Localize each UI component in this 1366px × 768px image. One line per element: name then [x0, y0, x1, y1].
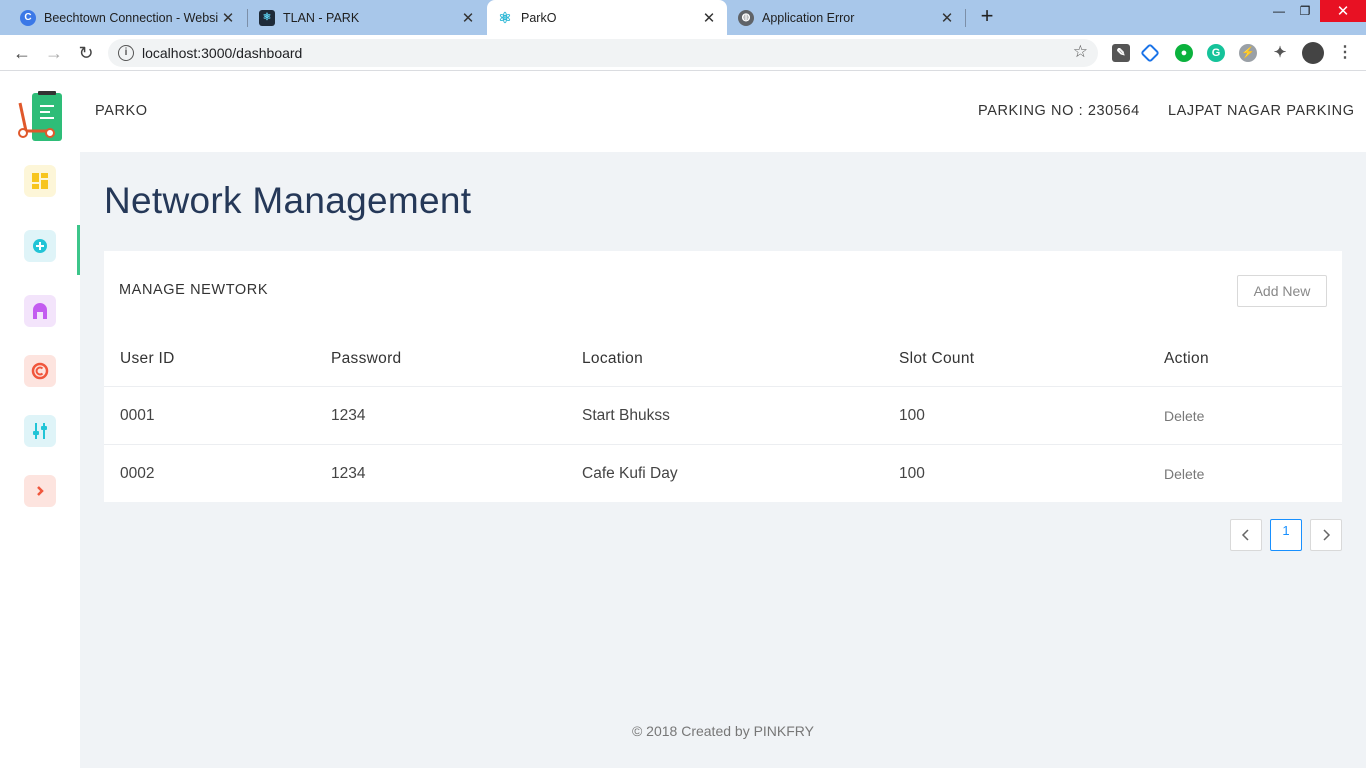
forward-icon[interactable]: → [42, 41, 66, 65]
add-circle-icon [33, 239, 47, 253]
sidebar-item-billing[interactable] [24, 355, 56, 387]
chevron-right-icon [1323, 529, 1331, 541]
dashboard-icon [32, 173, 48, 189]
extension-green-icon[interactable]: ● [1175, 44, 1193, 62]
chevron-left-icon [1241, 529, 1249, 541]
browser-tab[interactable]: ⚛ TLAN - PARK ✕ [248, 0, 486, 35]
network-table: User ID Password Location Slot Count Act… [104, 331, 1342, 503]
close-tab-icon[interactable]: ✕ [937, 9, 957, 27]
chevron-right-icon [37, 486, 44, 496]
react-icon: ⚛ [497, 9, 513, 27]
parking-name: LAJPAT NAGAR PARKING [1168, 103, 1355, 119]
sidebar-item-expand[interactable] [24, 475, 56, 507]
card-title: MANAGE NEWTORK [119, 282, 269, 298]
new-tab-icon[interactable]: + [976, 5, 998, 29]
table-row: 0001 1234 Start Bhukss 100 Delete [104, 387, 1342, 445]
app-sidebar [0, 72, 80, 768]
pagination-next-button[interactable] [1310, 519, 1342, 551]
cell-user-id: 0001 [120, 406, 155, 424]
window-close-icon[interactable]: ✕ [1320, 0, 1366, 22]
cell-user-id: 0002 [120, 465, 155, 482]
globe-icon: ◍ [738, 9, 754, 26]
brand-name: PARKO [95, 103, 148, 119]
grammarly-icon[interactable]: G [1207, 44, 1225, 62]
column-header-action: Action [1164, 349, 1209, 367]
tab-title: TLAN - PARK [283, 10, 360, 25]
profile-avatar[interactable] [1302, 42, 1324, 64]
sidebar-item-parking[interactable] [24, 295, 56, 327]
extension-diamond-icon[interactable] [1140, 43, 1160, 63]
add-new-button[interactable]: Add New [1237, 275, 1327, 307]
extensions-puzzle-icon[interactable]: ✦ [1271, 44, 1289, 62]
pagination-page-button[interactable]: 1 [1270, 519, 1302, 551]
app-header: PARKO PARKING NO : 230564 LAJPAT NAGAR P… [80, 72, 1366, 152]
cell-password: 1234 [331, 406, 366, 424]
tab-title: Application Error [762, 10, 855, 25]
sidebar-item-settings[interactable] [24, 415, 56, 447]
pagination-prev-button[interactable] [1230, 519, 1262, 551]
cell-slot-count: 100 [899, 406, 925, 424]
tab-divider [965, 9, 966, 27]
extension-tool-icon[interactable]: ✎ [1112, 44, 1130, 62]
browser-tab[interactable]: ◍ Application Error ✕ [727, 0, 965, 35]
table-header-row: User ID Password Location Slot Count Act… [104, 331, 1342, 387]
reload-icon[interactable]: ↻ [74, 41, 98, 65]
browser-tab-active[interactable]: ⚛ ParkO ✕ [487, 0, 727, 35]
column-header-user-id: User ID [120, 349, 175, 367]
menu-kebab-icon[interactable]: ⋮ [1336, 44, 1354, 62]
network-card: MANAGE NEWTORK Add New User ID Password … [104, 251, 1342, 502]
sidebar-item-dashboard[interactable] [24, 165, 56, 197]
delete-link[interactable]: Delete [1164, 445, 1204, 503]
c-circle-icon: C [20, 9, 36, 26]
cell-location: Start Bhukss [582, 406, 670, 424]
back-icon[interactable]: ← [10, 41, 34, 65]
url-text[interactable]: localhost:3000/dashboard [142, 45, 302, 61]
react-icon: ⚛ [259, 9, 275, 26]
footer-text: © 2018 Created by PINKFRY [631, 723, 815, 739]
browser-tab[interactable]: C Beechtown Connection - Website ✕ [0, 0, 246, 35]
parko-logo [18, 91, 62, 141]
tab-title: ParkO [521, 10, 557, 25]
tab-title: Beechtown Connection - Website [44, 10, 218, 25]
cell-password: 1234 [331, 465, 366, 482]
close-tab-icon[interactable]: ✕ [218, 9, 238, 27]
copyright-icon [31, 362, 49, 380]
column-header-slot-count: Slot Count [899, 349, 975, 367]
garage-icon [33, 303, 47, 319]
close-tab-icon[interactable]: ✕ [458, 9, 478, 27]
column-header-location: Location [582, 349, 644, 367]
close-tab-icon[interactable]: ✕ [699, 9, 719, 27]
cell-location: Cafe Kufi Day [582, 465, 678, 482]
browser-toolbar: ← → ↻ i localhost:3000/dashboard ☆ ✎ ● G… [0, 35, 1366, 71]
address-bar[interactable]: i localhost:3000/dashboard ☆ [108, 39, 1098, 67]
extension-bolt-icon[interactable]: ⚡ [1239, 44, 1257, 62]
page-title: Network Management [104, 180, 472, 221]
table-row: 0002 1234 Cafe Kufi Day 100 Delete [104, 445, 1342, 503]
info-icon[interactable]: i [118, 45, 134, 61]
browser-tab-strip: C Beechtown Connection - Website ✕ ⚛ TLA… [0, 0, 1366, 35]
main-content: Network Management MANAGE NEWTORK Add Ne… [80, 152, 1366, 768]
bookmark-star-icon[interactable]: ☆ [1073, 42, 1088, 62]
cell-slot-count: 100 [899, 465, 925, 482]
sliders-icon [33, 423, 47, 439]
delete-link[interactable]: Delete [1164, 387, 1204, 444]
parking-number: PARKING NO : 230564 [978, 103, 1140, 119]
sidebar-item-network[interactable] [24, 230, 56, 262]
column-header-password: Password [331, 349, 402, 367]
